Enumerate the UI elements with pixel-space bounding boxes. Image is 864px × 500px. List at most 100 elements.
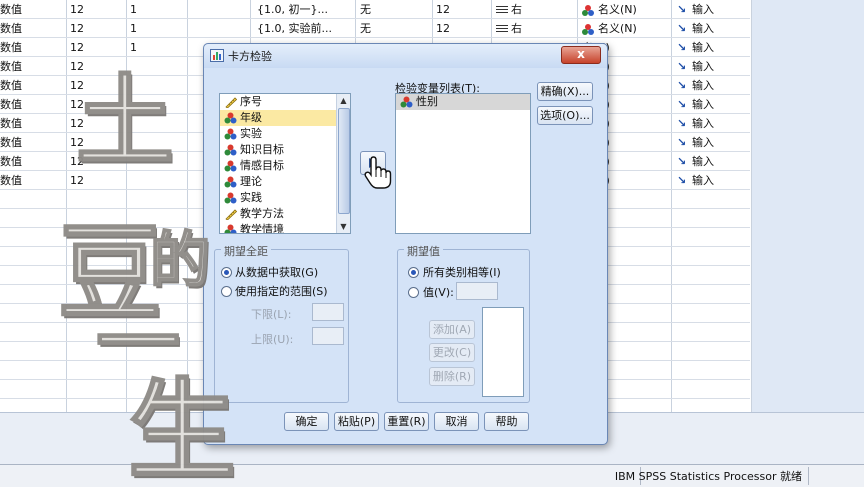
source-variable-list[interactable]: 序号 年级实验 知识目标情感目标理论实践 教学方法 教学情境 ▲ ▼ bbox=[219, 93, 351, 234]
exact-button[interactable]: 精确(X)... bbox=[537, 82, 593, 101]
source-variable-item[interactable]: 理论 bbox=[220, 174, 350, 190]
expected-values-group: 期望值 所有类别相等(I) 值(V): 添加(A) 更改(C) 删除(R) bbox=[397, 243, 530, 403]
source-variable-item[interactable]: 教学方法 bbox=[220, 206, 350, 222]
source-variable-item[interactable]: 年级 bbox=[220, 110, 350, 126]
grid-cell-align[interactable]: 右 bbox=[496, 19, 574, 38]
expected-values-list[interactable] bbox=[482, 307, 524, 397]
source-list-scrollbar[interactable]: ▲ ▼ bbox=[336, 94, 350, 233]
variable-name: 年级 bbox=[240, 111, 262, 124]
grid-cell-cols[interactable]: 12 bbox=[436, 0, 488, 19]
grid-cell-width[interactable]: 12 bbox=[70, 19, 124, 38]
grid-cell-type[interactable]: 数值 bbox=[0, 57, 64, 76]
variable-name: 知识目标 bbox=[240, 143, 284, 156]
variable-name: 情感目标 bbox=[240, 159, 284, 172]
nominal-measure-icon bbox=[582, 23, 595, 35]
nominal-variable-icon bbox=[224, 160, 237, 172]
source-variable-item[interactable]: 知识目标 bbox=[220, 142, 350, 158]
status-text: IBM SPSS Statistics Processor 就绪 bbox=[614, 470, 802, 483]
all-equal-radio[interactable] bbox=[408, 267, 419, 278]
options-button[interactable]: 选项(O)... bbox=[537, 106, 593, 125]
from-data-label: 从数据中获取(G) bbox=[235, 266, 319, 279]
grid-cell-type[interactable]: 数值 bbox=[0, 38, 64, 57]
values-radio[interactable] bbox=[408, 287, 419, 298]
reset-button[interactable]: 重置(R) bbox=[384, 412, 429, 431]
grid-cell-type[interactable]: 数值 bbox=[0, 19, 64, 38]
grid-cell-text: 数值 bbox=[0, 136, 22, 149]
grid-cell-role[interactable]: ↘ 输入 bbox=[677, 57, 749, 76]
grid-cell-role[interactable]: ↘ 输入 bbox=[677, 0, 749, 19]
from-data-radio[interactable] bbox=[221, 267, 232, 278]
grid-cell-missing[interactable]: 无 bbox=[360, 0, 430, 19]
grid-cell-text: 12 bbox=[70, 3, 84, 16]
use-range-radio[interactable] bbox=[221, 286, 232, 297]
grid-cell-role[interactable]: ↘ 输入 bbox=[677, 152, 749, 171]
cancel-button[interactable]: 取消 bbox=[434, 412, 479, 431]
source-variable-item[interactable]: 实践 bbox=[220, 190, 350, 206]
value-input[interactable] bbox=[456, 282, 498, 300]
grid-cell-type[interactable]: 数值 bbox=[0, 152, 64, 171]
hand-cursor-icon bbox=[364, 156, 392, 189]
target-items: 性别 bbox=[396, 94, 530, 110]
remove-button[interactable]: 删除(R) bbox=[429, 367, 475, 386]
grid-cell-align[interactable]: 右 bbox=[496, 0, 574, 19]
scroll-thumb[interactable] bbox=[338, 108, 350, 214]
grid-cell-text: 右 bbox=[511, 22, 522, 35]
grid-cell-missing[interactable]: 无 bbox=[360, 19, 430, 38]
input-role-icon: ↘ bbox=[677, 79, 687, 92]
grid-cell-text: 输入 bbox=[692, 22, 714, 35]
help-button[interactable]: 帮助 bbox=[484, 412, 529, 431]
scroll-up-icon[interactable]: ▲ bbox=[338, 95, 349, 106]
grid-cell-dec[interactable]: 1 bbox=[130, 19, 186, 38]
test-variable-list[interactable]: 性别 bbox=[395, 93, 531, 234]
grid-cell-width[interactable]: 12 bbox=[70, 0, 124, 19]
grid-cell-role[interactable]: ↘ 输入 bbox=[677, 95, 749, 114]
grid-cell-text: 名义(N) bbox=[598, 3, 637, 16]
grid-cell-measure[interactable]: 名义(N) bbox=[582, 0, 670, 19]
grid-cell-type[interactable]: 数值 bbox=[0, 95, 64, 114]
grid-cell-type[interactable]: 数值 bbox=[0, 133, 64, 152]
dialog-titlebar[interactable]: 卡方检验 x bbox=[204, 44, 607, 68]
grid-cell-type[interactable]: 数值 bbox=[0, 171, 64, 190]
grid-cell-cols[interactable]: 12 bbox=[436, 19, 488, 38]
test-variable-item[interactable]: 性别 bbox=[396, 94, 530, 110]
chi-square-dialog: 卡方检验 x 序号 年级 实验 知识目标 情感目标 理论 实践 教学方法 教学情境 ▲ ▼ 检验… bbox=[203, 43, 608, 445]
grid-cell-text: 1 bbox=[130, 3, 137, 16]
source-variable-item[interactable]: 情感目标 bbox=[220, 158, 350, 174]
source-variable-item[interactable]: 序号 bbox=[220, 94, 350, 110]
grid-cell-text: 输入 bbox=[692, 174, 714, 187]
grid-cell-text: 输入 bbox=[692, 79, 714, 92]
grid-cell-text: 右 bbox=[511, 3, 522, 16]
source-variable-item[interactable]: 教学情境 bbox=[220, 222, 350, 233]
all-equal-label: 所有类别相等(I) bbox=[423, 266, 501, 279]
grid-cell-role[interactable]: ↘ 输入 bbox=[677, 19, 749, 38]
grid-cell-type[interactable]: 数值 bbox=[0, 76, 64, 95]
grid-cell-values[interactable]: {1.0, 实验前... bbox=[257, 19, 353, 38]
lower-input[interactable] bbox=[312, 303, 344, 321]
grid-cell-text: 输入 bbox=[692, 155, 714, 168]
variable-name: 理论 bbox=[240, 175, 262, 188]
grid-cell-role[interactable]: ↘ 输入 bbox=[677, 133, 749, 152]
close-button[interactable]: x bbox=[561, 46, 601, 64]
grid-cell-role[interactable]: ↘ 输入 bbox=[677, 38, 749, 57]
grid-cell-type[interactable]: 数值 bbox=[0, 0, 64, 19]
scroll-down-icon[interactable]: ▼ bbox=[338, 221, 349, 232]
change-button[interactable]: 更改(C) bbox=[429, 343, 475, 362]
grid-cell-values[interactable]: {1.0, 初一}... bbox=[257, 0, 353, 19]
grid-cell-dec[interactable]: 1 bbox=[130, 0, 186, 19]
add-button[interactable]: 添加(A) bbox=[429, 320, 475, 339]
grid-cell-role[interactable]: ↘ 输入 bbox=[677, 76, 749, 95]
scale-ruler-icon bbox=[224, 208, 238, 221]
input-role-icon: ↘ bbox=[677, 136, 687, 149]
nominal-variable-icon bbox=[224, 224, 237, 233]
nominal-variable-icon bbox=[400, 96, 413, 108]
grid-cell-type[interactable]: 数值 bbox=[0, 114, 64, 133]
source-variable-item[interactable]: 实验 bbox=[220, 126, 350, 142]
upper-input[interactable] bbox=[312, 327, 344, 345]
nominal-variable-icon bbox=[224, 144, 237, 156]
grid-cell-role[interactable]: ↘ 输入 bbox=[677, 114, 749, 133]
paste-button[interactable]: 粘贴(P) bbox=[334, 412, 379, 431]
upper-label: 上限(U): bbox=[251, 333, 294, 346]
ok-button[interactable]: 确定 bbox=[284, 412, 329, 431]
grid-cell-role[interactable]: ↘ 输入 bbox=[677, 171, 749, 190]
grid-cell-measure[interactable]: 名义(N) bbox=[582, 19, 670, 38]
